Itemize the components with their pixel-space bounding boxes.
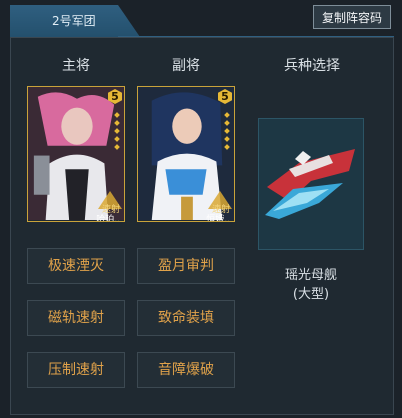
skill-button[interactable]: 极速湮灭 bbox=[27, 248, 125, 284]
vice-general-title: 副将 bbox=[172, 58, 200, 74]
skill-button[interactable]: 盈月审判 bbox=[137, 248, 235, 284]
skill-button[interactable]: 音障爆破 bbox=[137, 352, 235, 388]
skill-button[interactable]: 压制速射 bbox=[27, 352, 125, 388]
general-name-label: 恒娥.. bbox=[206, 215, 230, 222]
mothership-icon bbox=[265, 149, 355, 219]
star-pips bbox=[114, 109, 120, 153]
vice-general-card[interactable]: 5 速射 恒娥.. bbox=[137, 86, 235, 222]
troop-select-title: 兵种选择 bbox=[284, 58, 340, 74]
troop-name: 瑶光母舰 (大型) bbox=[258, 266, 364, 304]
general-name-label: 哈珀.. bbox=[96, 215, 120, 222]
star-pips bbox=[224, 109, 230, 153]
troop-name-line1: 瑶光母舰 bbox=[284, 268, 337, 283]
main-general-card[interactable]: 5 速射 哈珀.. bbox=[27, 86, 125, 222]
troop-size-label: (大型) bbox=[292, 287, 330, 302]
skill-button[interactable]: 磁轨速射 bbox=[27, 300, 125, 336]
troop-card[interactable] bbox=[258, 118, 364, 250]
copy-lineup-code-button[interactable]: 复制阵容码 bbox=[313, 5, 391, 29]
tab-army-2[interactable]: 2号军团 bbox=[10, 5, 140, 37]
main-general-title: 主将 bbox=[62, 58, 90, 74]
skill-button[interactable]: 致命装填 bbox=[137, 300, 235, 336]
